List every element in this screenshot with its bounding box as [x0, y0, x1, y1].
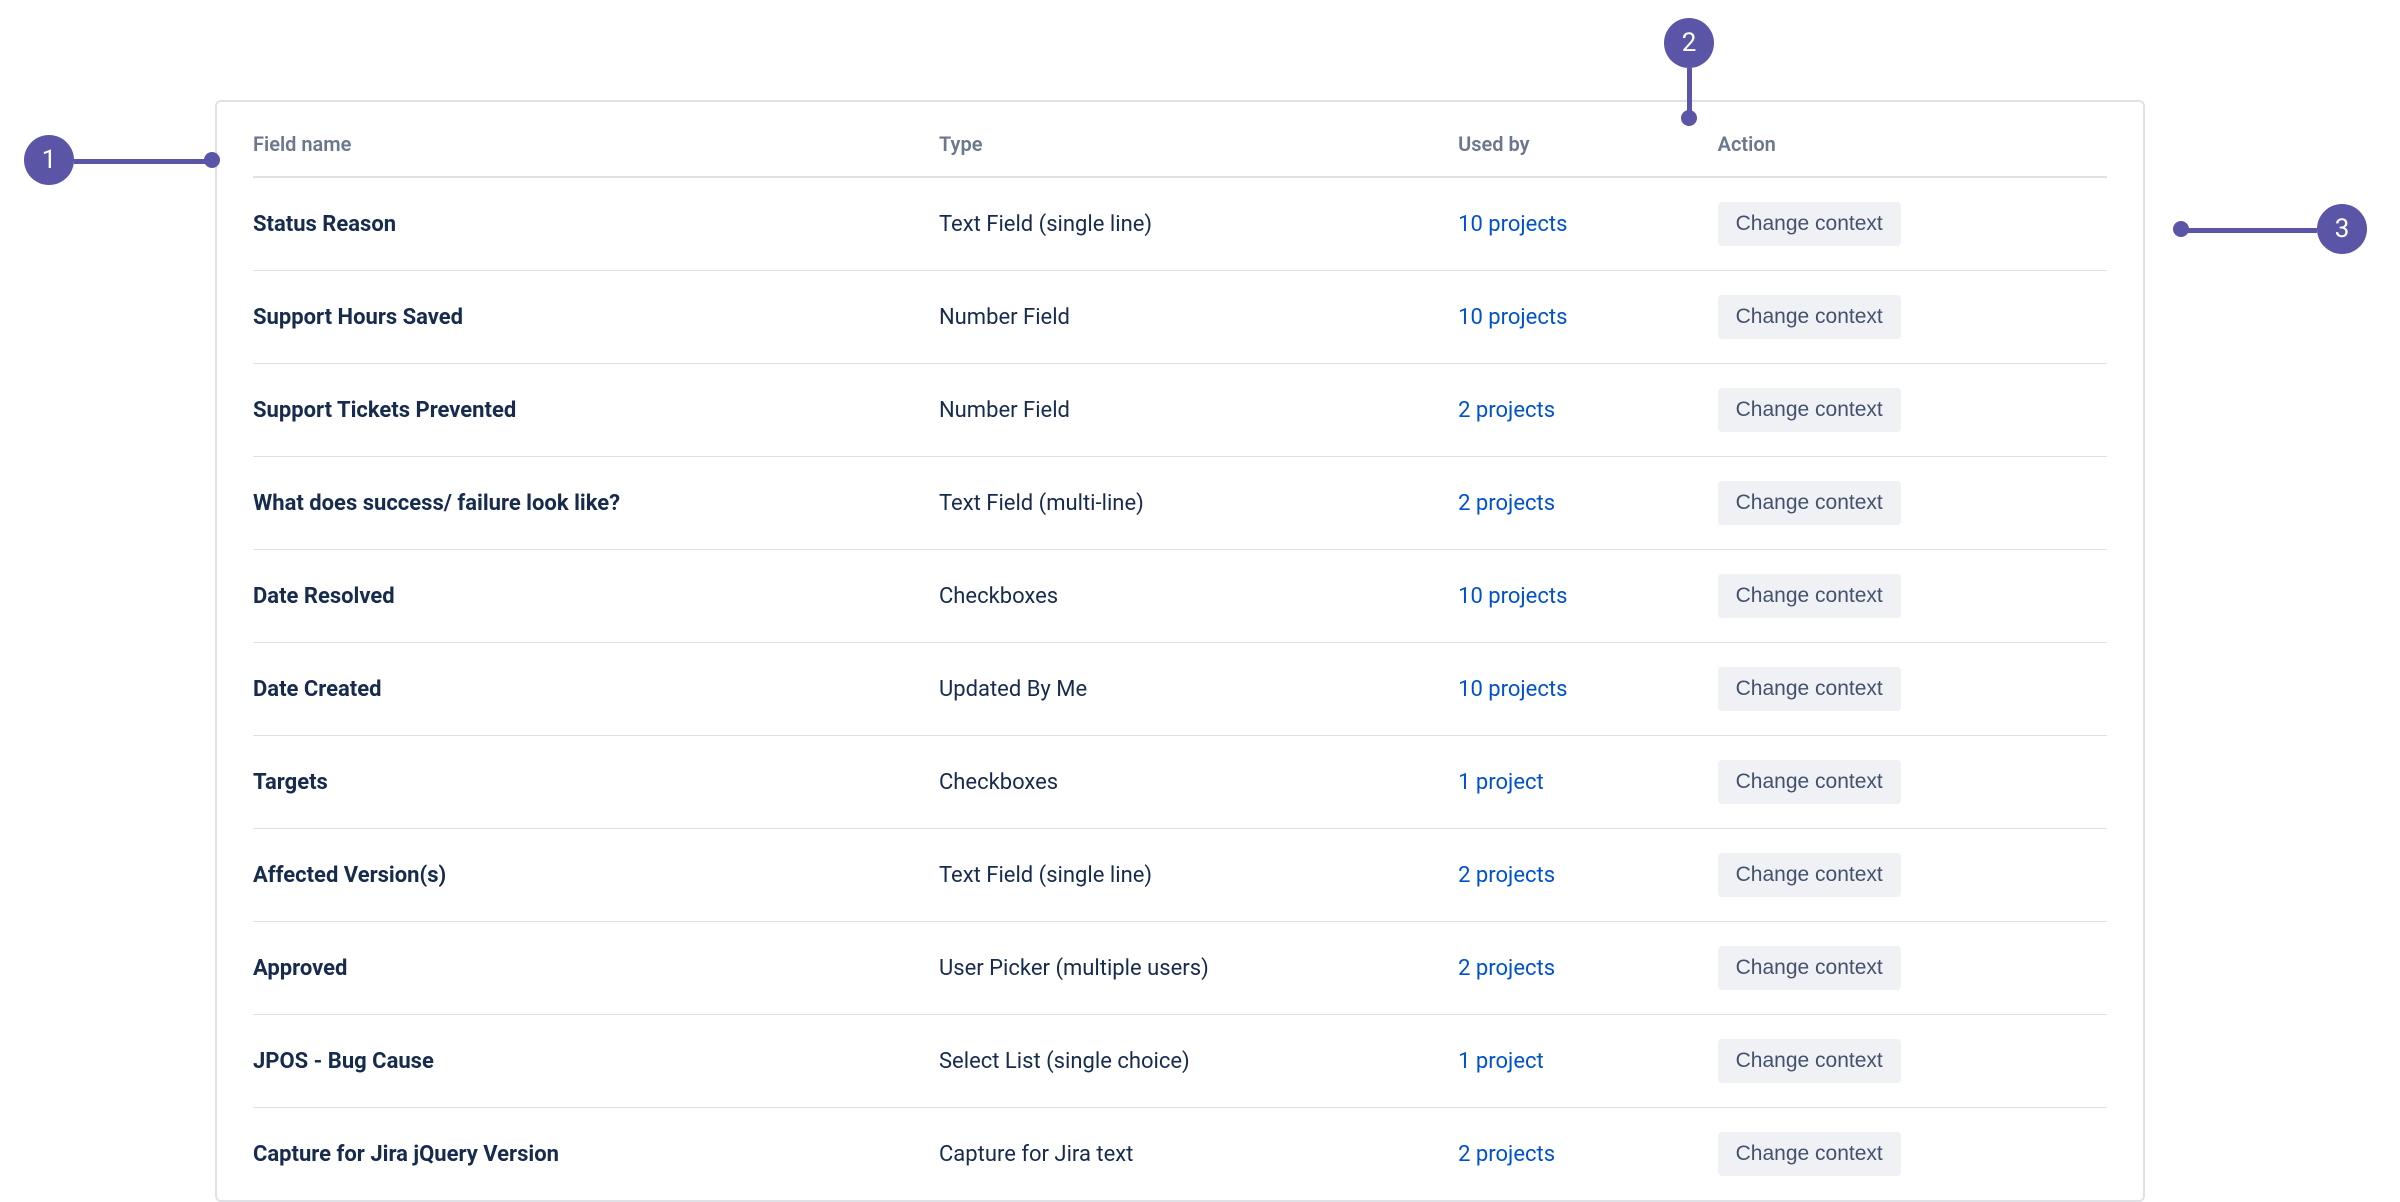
annotation-dot-3: [2173, 221, 2189, 237]
used-by-link[interactable]: 2 projects: [1458, 956, 1555, 981]
used-by-link[interactable]: 1 project: [1458, 770, 1544, 795]
table-row: Affected Version(s) Text Field (single li…: [253, 829, 2107, 922]
field-type: Updated By Me: [939, 677, 1087, 702]
table-row: Capture for Jira jQuery Version Capture f…: [253, 1108, 2107, 1201]
table-row: Status Reason Text Field (single line) 10 …: [253, 177, 2107, 271]
change-context-button[interactable]: Change context: [1718, 946, 1901, 990]
table-row: Date Resolved Checkboxes 10 projects Change…: [253, 550, 2107, 643]
change-context-button[interactable]: Change context: [1718, 1039, 1901, 1083]
annotation-badge-1: 1: [24, 135, 74, 185]
field-type: Select List (single choice): [939, 1049, 1190, 1074]
change-context-button[interactable]: Change context: [1718, 202, 1901, 246]
header-type: Type: [939, 102, 1458, 177]
field-name: Capture for Jira jQuery Version: [253, 1142, 559, 1167]
table-row: What does success/ failure look like? Tex…: [253, 457, 2107, 550]
field-name: What does success/ failure look like?: [253, 491, 620, 516]
annotation-badge-3: 3: [2317, 204, 2367, 254]
used-by-link[interactable]: 10 projects: [1458, 212, 1567, 237]
annotation-connector-2: [1687, 68, 1692, 112]
used-by-link[interactable]: 10 projects: [1458, 305, 1567, 330]
change-context-button[interactable]: Change context: [1718, 295, 1901, 339]
table-row: JPOS - Bug Cause Select List (single choi…: [253, 1015, 2107, 1108]
field-type: Text Field (single line): [939, 863, 1152, 888]
field-name: Approved: [253, 956, 347, 981]
table-row: Date Created Updated By Me 10 projects Chan…: [253, 643, 2107, 736]
used-by-link[interactable]: 10 projects: [1458, 677, 1567, 702]
change-context-button[interactable]: Change context: [1718, 481, 1901, 525]
header-used-by: Used by: [1458, 102, 1718, 177]
change-context-button[interactable]: Change context: [1718, 1132, 1901, 1176]
field-type: Checkboxes: [939, 770, 1058, 795]
annotation-badge-2: 2: [1664, 18, 1714, 68]
table-row: Approved User Picker (multiple users) 2 pr…: [253, 922, 2107, 1015]
change-context-button[interactable]: Change context: [1718, 574, 1901, 618]
fields-table: Field name Type Used by Action Status Re…: [253, 102, 2107, 1200]
annotation-connector-3: [2187, 228, 2317, 233]
used-by-link[interactable]: 2 projects: [1458, 1142, 1555, 1167]
field-type: Number Field: [939, 305, 1070, 330]
table-row: Targets Checkboxes 1 project Change context: [253, 736, 2107, 829]
used-by-link[interactable]: 2 projects: [1458, 863, 1555, 888]
field-name: Targets: [253, 770, 328, 795]
field-name: Date Resolved: [253, 584, 395, 609]
field-type: User Picker (multiple users): [939, 956, 1209, 981]
field-name: Affected Version(s): [253, 863, 446, 888]
field-name: Support Tickets Prevented: [253, 398, 516, 423]
field-name: JPOS - Bug Cause: [253, 1049, 434, 1074]
header-field-name: Field name: [253, 102, 939, 177]
used-by-link[interactable]: 10 projects: [1458, 584, 1567, 609]
used-by-link[interactable]: 2 projects: [1458, 491, 1555, 516]
table-row: Support Hours Saved Number Field 10 projec…: [253, 271, 2107, 364]
annotation-dot-1: [204, 152, 220, 168]
field-type: Text Field (multi-line): [939, 491, 1144, 516]
field-name: Status Reason: [253, 212, 396, 237]
field-name: Date Created: [253, 677, 381, 702]
field-type: Number Field: [939, 398, 1070, 423]
field-type: Text Field (single line): [939, 212, 1152, 237]
field-type: Checkboxes: [939, 584, 1058, 609]
annotation-dot-2: [1681, 110, 1697, 126]
change-context-button[interactable]: Change context: [1718, 760, 1901, 804]
fields-panel: Field name Type Used by Action Status Re…: [215, 100, 2145, 1202]
table-header-row: Field name Type Used by Action: [253, 102, 2107, 177]
table-row: Support Tickets Prevented Number Field 2 p…: [253, 364, 2107, 457]
change-context-button[interactable]: Change context: [1718, 388, 1901, 432]
field-type: Capture for Jira text: [939, 1142, 1133, 1167]
used-by-link[interactable]: 1 project: [1458, 1049, 1544, 1074]
used-by-link[interactable]: 2 projects: [1458, 398, 1555, 423]
field-name: Support Hours Saved: [253, 305, 463, 330]
change-context-button[interactable]: Change context: [1718, 667, 1901, 711]
annotation-connector-1: [74, 159, 206, 164]
header-action: Action: [1718, 102, 2107, 177]
change-context-button[interactable]: Change context: [1718, 853, 1901, 897]
